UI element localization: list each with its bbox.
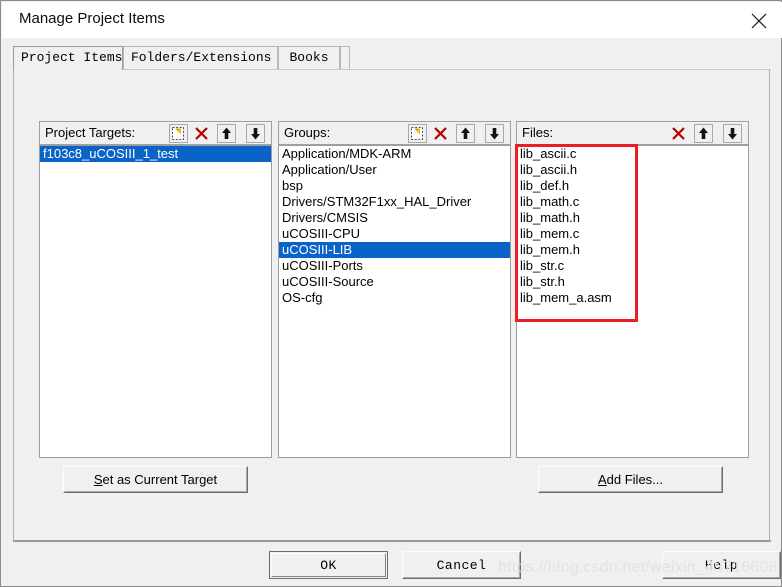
list-item[interactable]: f103c8_uCOSIII_1_test xyxy=(40,146,271,162)
groups-list: Application/MDK-ARM Application/User bsp… xyxy=(279,146,510,457)
delete-icon xyxy=(434,127,447,140)
cancel-button[interactable]: Cancel xyxy=(402,551,521,579)
tab-books[interactable]: Books xyxy=(278,46,340,70)
list-item[interactable]: lib_math.c xyxy=(517,194,748,210)
tab-label: Books xyxy=(289,50,329,65)
new-item-icon xyxy=(172,127,184,140)
tab-page-shadow xyxy=(13,540,771,542)
list-item[interactable]: lib_def.h xyxy=(517,178,748,194)
files-header: Files: xyxy=(516,121,749,145)
set-as-current-target-button[interactable]: Set as Current Target xyxy=(63,466,248,493)
project-targets-list: f103c8_uCOSIII_1_test xyxy=(40,146,271,457)
page-title: Manage Project Items xyxy=(19,10,165,27)
new-item-icon xyxy=(411,127,423,140)
list-item[interactable]: uCOSIII-Source xyxy=(279,274,510,290)
move-file-down-button[interactable] xyxy=(723,124,742,143)
move-up-icon xyxy=(222,127,231,139)
delete-icon xyxy=(672,127,685,140)
list-item[interactable]: Drivers/CMSIS xyxy=(279,210,510,226)
list-item[interactable]: Application/User xyxy=(279,162,510,178)
move-down-icon xyxy=(251,128,260,140)
add-files-button[interactable]: Add Files... xyxy=(538,466,723,493)
files-label: Files: xyxy=(522,125,554,140)
set-as-current-target-label: Set as Current Target xyxy=(64,467,247,492)
tab-folders-extensions[interactable]: Folders/Extensions xyxy=(123,46,278,70)
list-item[interactable]: lib_str.c xyxy=(517,258,748,274)
groups-label: Groups: xyxy=(284,125,331,140)
move-up-icon xyxy=(699,127,708,139)
list-item[interactable]: uCOSIII-Ports xyxy=(279,258,510,274)
add-files-label: Add Files... xyxy=(539,467,722,492)
new-target-button[interactable] xyxy=(169,124,188,143)
accelerator-letter: A xyxy=(597,472,607,487)
delete-icon xyxy=(195,127,208,140)
tab-label: Folders/Extensions xyxy=(131,50,272,65)
tab-label: Project Items xyxy=(21,50,123,65)
move-group-down-button[interactable] xyxy=(485,124,504,143)
list-item[interactable]: lib_str.h xyxy=(517,274,748,290)
list-item[interactable]: lib_math.h xyxy=(517,210,748,226)
groups-listbox[interactable]: Application/MDK-ARM Application/User bsp… xyxy=(278,145,511,458)
close-button[interactable] xyxy=(736,2,782,38)
cancel-label: Cancel xyxy=(403,552,520,578)
list-item[interactable]: lib_ascii.c xyxy=(517,146,748,162)
groups-header: Groups: xyxy=(278,121,511,145)
new-group-button[interactable] xyxy=(408,124,427,143)
delete-target-button[interactable] xyxy=(192,124,211,143)
title-bar: Manage Project Items xyxy=(2,2,782,38)
list-item[interactable]: lib_mem.c xyxy=(517,226,748,242)
list-item[interactable]: lib_mem.h xyxy=(517,242,748,258)
tab-project-items[interactable]: Project Items xyxy=(13,46,123,70)
project-targets-listbox[interactable]: f103c8_uCOSIII_1_test xyxy=(39,145,272,458)
move-target-up-button[interactable] xyxy=(217,124,236,143)
list-item[interactable]: OS-cfg xyxy=(279,290,510,306)
manage-project-items-dialog: Manage Project Items Project Items Folde… xyxy=(0,0,782,587)
files-list: lib_ascii.c lib_ascii.h lib_def.h lib_ma… xyxy=(517,146,748,457)
close-icon xyxy=(751,13,767,29)
move-up-icon xyxy=(461,127,470,139)
list-item[interactable]: Drivers/STM32F1xx_HAL_Driver xyxy=(279,194,510,210)
files-listbox[interactable]: lib_ascii.c lib_ascii.h lib_def.h lib_ma… xyxy=(516,145,749,458)
ok-label: OK xyxy=(271,553,386,577)
move-down-icon xyxy=(490,128,499,140)
list-item[interactable]: lib_ascii.h xyxy=(517,162,748,178)
accelerator-letter: S xyxy=(93,472,103,487)
move-file-up-button[interactable] xyxy=(694,124,713,143)
move-group-up-button[interactable] xyxy=(456,124,475,143)
delete-file-button[interactable] xyxy=(669,124,688,143)
list-item[interactable]: uCOSIII-CPU xyxy=(279,226,510,242)
project-targets-header: Project Targets: xyxy=(39,121,272,145)
project-targets-label: Project Targets: xyxy=(45,125,136,140)
tab-strip-filler xyxy=(340,46,350,70)
help-button[interactable]: Help xyxy=(662,551,781,579)
list-item[interactable]: lib_mem_a.asm xyxy=(517,290,748,306)
help-label: Help xyxy=(663,552,780,578)
list-item[interactable]: uCOSIII-LIB xyxy=(279,242,510,258)
list-item[interactable]: bsp xyxy=(279,178,510,194)
delete-group-button[interactable] xyxy=(431,124,450,143)
ok-button[interactable]: OK xyxy=(269,551,388,579)
move-target-down-button[interactable] xyxy=(246,124,265,143)
list-item[interactable]: Application/MDK-ARM xyxy=(279,146,510,162)
move-down-icon xyxy=(728,128,737,140)
